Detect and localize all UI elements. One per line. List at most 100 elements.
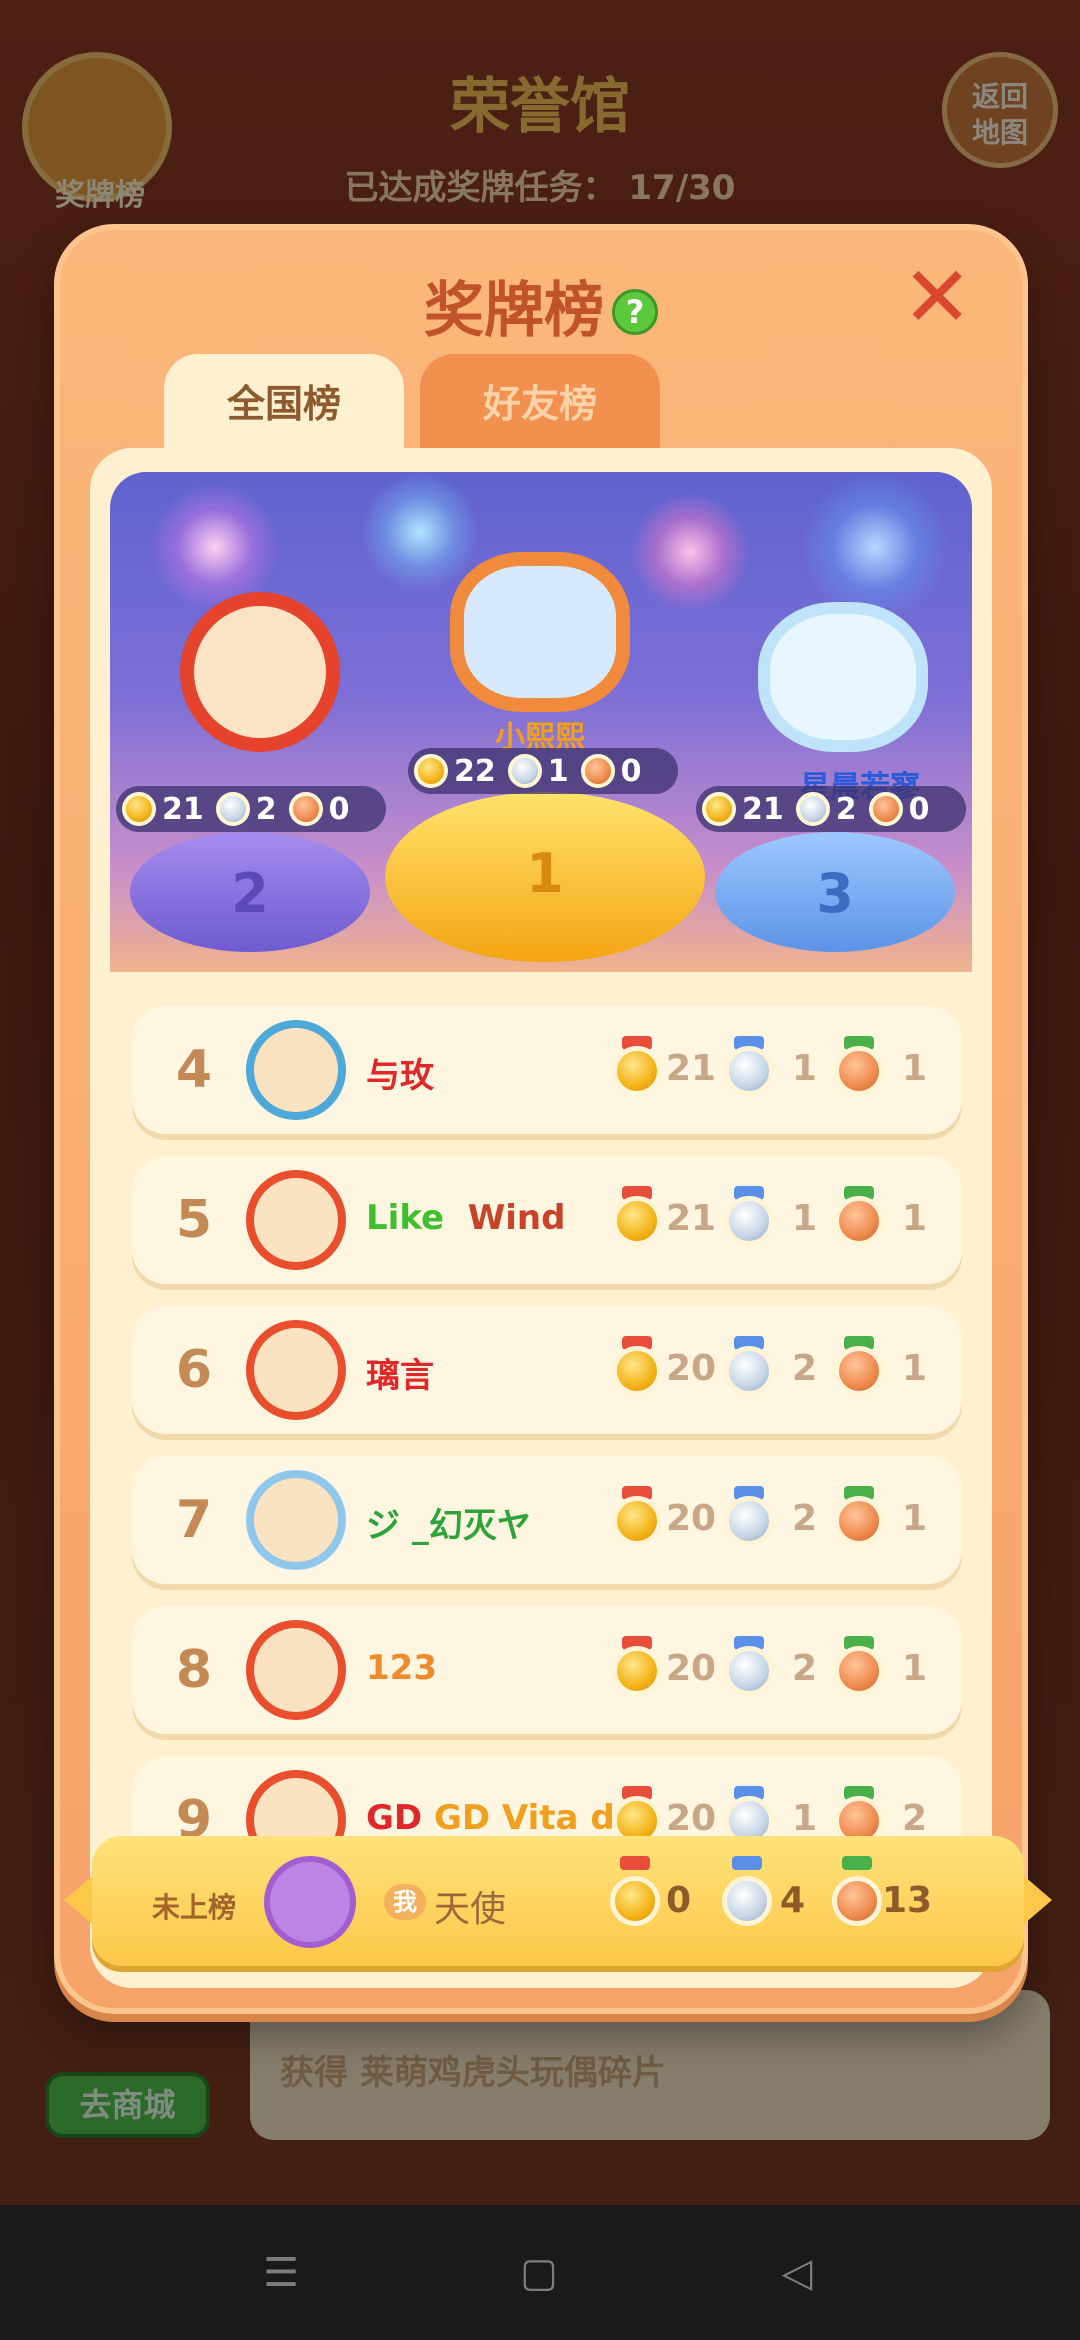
page-title-text: 荣誉馆 xyxy=(450,72,630,142)
bronze-count: 1 xyxy=(902,1648,928,1689)
progress-value: 17/30 xyxy=(628,168,736,208)
back-button-line1: 返回 xyxy=(971,80,1028,113)
go-to-shop-button[interactable]: 去商城 xyxy=(45,2072,210,2138)
reward-text: 获得 莱萌鸡虎头玩偶碎片 xyxy=(280,2053,666,2093)
ribbon-decoration xyxy=(842,1856,872,1870)
page-title: 荣誉馆 xyxy=(0,58,1080,145)
ranking-row[interactable]: 4 与玫 21 1 1 xyxy=(132,1006,962,1134)
pedestal-number-2: 2 xyxy=(231,862,269,925)
gold-medal-icon xyxy=(122,792,156,826)
avatar[interactable] xyxy=(246,1620,346,1720)
my-avatar[interactable] xyxy=(264,1856,356,1948)
medal-leaderboard-dialog: 奖牌榜? ✕ 全国榜 好友榜 2 1 3 小熙熙 星晨若寥 xyxy=(54,224,1028,2014)
silver-count: 1 xyxy=(792,1798,818,1839)
player-name: 璃言 xyxy=(366,1356,434,1396)
ranking-row[interactable]: 8 123 20 2 1 xyxy=(132,1606,962,1734)
gold-count: 20 xyxy=(666,1498,717,1539)
avatar-third[interactable] xyxy=(758,602,928,752)
top-three-podium: 2 1 3 小熙熙 星晨若寥 21 2 0 22 1 0 xyxy=(110,472,972,972)
gold-count: 21 xyxy=(742,791,784,827)
silver-count: 4 xyxy=(780,1880,806,1921)
rank-number: 8 xyxy=(175,1640,213,1700)
leaderboard-panel: 2 1 3 小熙熙 星晨若寥 21 2 0 22 1 0 xyxy=(90,448,992,1988)
gold-medal-icon xyxy=(612,1496,662,1546)
ranking-row[interactable]: 7 ジ _幻灭ヤ 20 2 1 xyxy=(132,1456,962,1584)
my-rank-row[interactable]: 未上榜 我 天使 0 4 13 xyxy=(64,1836,1052,1966)
gold-count: 21 xyxy=(162,791,204,827)
gold-count: 20 xyxy=(666,1348,717,1389)
dialog-title: 奖牌榜? xyxy=(60,262,1022,349)
gold-medal-icon xyxy=(612,1346,662,1396)
bronze-count: 1 xyxy=(902,1498,928,1539)
bronze-medal-icon xyxy=(868,792,903,826)
silver-medal-icon xyxy=(722,1876,772,1926)
bronze-count: 0 xyxy=(908,791,930,827)
gold-medal-icon xyxy=(610,1876,660,1926)
silver-medal-icon xyxy=(215,792,250,826)
silver-count: 2 xyxy=(792,1348,818,1389)
bronze-medal-icon xyxy=(834,1496,884,1546)
gold-count: 21 xyxy=(666,1198,717,1239)
bronze-medal-icon xyxy=(834,1646,884,1696)
pedestal-number-3: 3 xyxy=(816,862,854,925)
medal-task-progress: 已达成奖牌任务： 17/30 xyxy=(0,160,1080,209)
left-arrow-decoration xyxy=(64,1876,92,1924)
firework-decoration xyxy=(360,472,480,592)
home-square-icon[interactable]: ▢ xyxy=(516,2250,562,2296)
player-name: Like Wind xyxy=(366,1198,565,1238)
firework-decoration xyxy=(800,472,950,622)
tab-national[interactable]: 全国榜 xyxy=(164,354,404,454)
gold-medal-icon xyxy=(612,1046,662,1096)
bronze-count: 0 xyxy=(620,753,642,789)
silver-medal-icon xyxy=(724,1046,774,1096)
avatar[interactable] xyxy=(246,1170,346,1270)
gold-count: 21 xyxy=(666,1048,717,1089)
rank-number: 5 xyxy=(175,1190,213,1250)
gold-count: 22 xyxy=(454,753,496,789)
progress-label: 已达成奖牌任务： xyxy=(344,168,617,208)
silver-count: 2 xyxy=(792,1648,818,1689)
silver-count: 2 xyxy=(792,1498,818,1539)
ribbon-decoration xyxy=(620,1856,650,1870)
player-name: ジ _幻灭ヤ xyxy=(366,1506,531,1546)
ribbon-decoration xyxy=(732,1856,762,1870)
bronze-medal-icon xyxy=(832,1876,882,1926)
dialog-title-text: 奖牌榜 xyxy=(424,276,604,346)
bronze-count: 0 xyxy=(328,791,350,827)
bronze-count: 2 xyxy=(902,1798,928,1839)
avatar[interactable] xyxy=(246,1320,346,1420)
silver-medal-icon xyxy=(507,754,542,788)
bronze-medal-icon xyxy=(834,1346,884,1396)
me-badge: 我 xyxy=(384,1884,426,1920)
silver-count: 2 xyxy=(255,791,277,827)
rank-number: 7 xyxy=(175,1490,213,1550)
close-icon[interactable]: ✕ xyxy=(902,255,972,339)
back-to-map-button[interactable]: 返回 地图 xyxy=(942,52,1058,168)
gold-count: 0 xyxy=(666,1880,692,1921)
silver-count: 1 xyxy=(792,1198,818,1239)
silver-medal-icon xyxy=(724,1346,774,1396)
player-name: 与玫 xyxy=(366,1056,434,1096)
my-name: 天使 xyxy=(434,1889,507,1930)
ranking-row[interactable]: 5 Like Wind 21 1 1 xyxy=(132,1156,962,1284)
rank-number: 6 xyxy=(175,1340,213,1400)
avatar[interactable] xyxy=(246,1470,346,1570)
gold-medal-icon xyxy=(612,1196,662,1246)
unranked-status: 未上榜 xyxy=(152,1891,237,1924)
menu-icon[interactable]: ☰ xyxy=(258,2250,304,2296)
podium-medals-second: 21 2 0 xyxy=(116,786,386,832)
podium-medals-third: 21 2 0 xyxy=(696,786,966,832)
gold-count: 20 xyxy=(666,1648,717,1689)
player-name-part: Wind xyxy=(467,1198,566,1238)
tab-friends[interactable]: 好友榜 xyxy=(420,354,660,454)
firework-decoration xyxy=(630,492,750,612)
help-icon[interactable]: ? xyxy=(612,289,658,335)
ranking-row[interactable]: 6 璃言 20 2 1 xyxy=(132,1306,962,1434)
back-triangle-icon[interactable]: ◁ xyxy=(774,2250,820,2296)
avatar-first[interactable] xyxy=(450,552,630,712)
avatar-second[interactable] xyxy=(180,592,340,752)
avatar[interactable] xyxy=(246,1020,346,1120)
rank-number: 4 xyxy=(175,1040,213,1100)
podium-medals-first: 22 1 0 xyxy=(408,748,678,794)
gold-medal-icon xyxy=(612,1646,662,1696)
